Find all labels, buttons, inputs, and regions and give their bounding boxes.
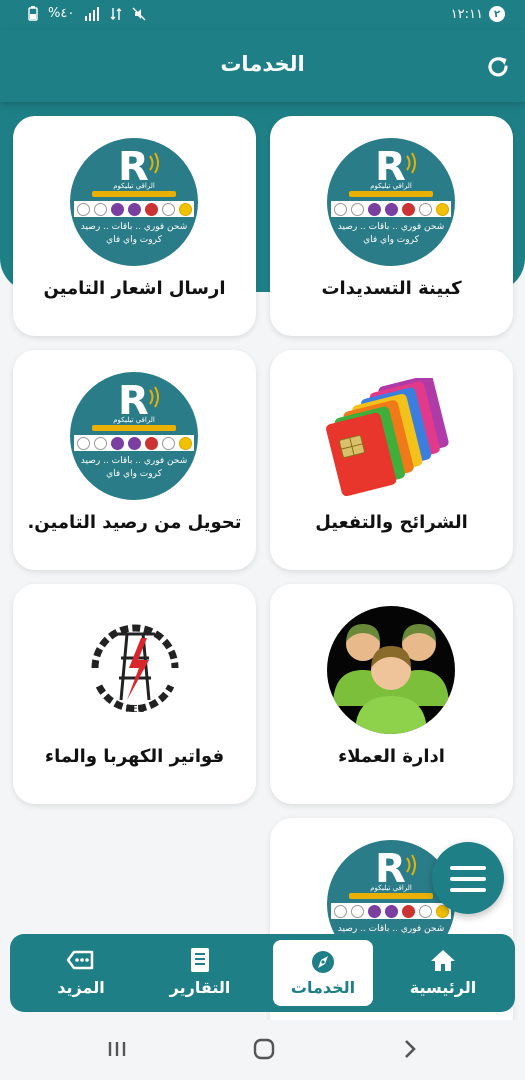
raqi-telecom-logo: R الراقي تيليكوم شحن فوري .. باقات .. رص… <box>70 138 198 266</box>
signal-waves-icon <box>406 854 416 876</box>
service-card-insurance-transfer[interactable]: R الراقي تيليكوم شحن فوري .. باقات .. رص… <box>13 350 256 570</box>
service-card-payment-cabin[interactable]: R الراقي تيليكوم شحن فوري .. باقات .. رص… <box>270 116 513 336</box>
raqi-telecom-logo: R الراقي تيليكوم شحن فوري .. باقات .. رص… <box>327 138 455 266</box>
logo-line-2: كروت واي فاي <box>363 235 419 245</box>
pec-electricity-logo: PEC <box>91 624 179 715</box>
app-header: الخدمات <box>0 30 525 102</box>
users-icon <box>327 606 455 734</box>
nav-more[interactable]: المزيد <box>26 934 136 1012</box>
bottom-navigation: الرئيسية الخدمات التقارير المزيد <box>10 934 515 1012</box>
signal-waves-icon <box>149 386 159 408</box>
more-icon <box>66 950 94 970</box>
nav-home-label: الرئيسية <box>409 978 477 997</box>
page-title: الخدمات <box>220 52 305 76</box>
system-navigation-bar <box>0 1020 525 1080</box>
service-card-customers[interactable]: ادارة العملاء <box>270 584 513 804</box>
hamburger-icon <box>450 866 486 899</box>
customers-group-icon <box>327 606 455 734</box>
service-card-electricity-water-bills[interactable]: PEC فواتير الكهربا والماء <box>13 584 256 804</box>
card-label: تحويل من رصيد التامين. <box>27 512 242 533</box>
compass-icon <box>312 951 334 973</box>
menu-fab-button[interactable] <box>432 842 504 914</box>
reports-icon <box>191 948 209 972</box>
logo-line-1: شحن فوري .. باقات .. رصيد <box>337 222 445 232</box>
nav-services-label: الخدمات <box>290 978 356 997</box>
card-label: ارسال اشعار التامين <box>43 278 226 299</box>
back-icon[interactable] <box>395 1034 425 1064</box>
logo-line-2: كروت واي فاي <box>106 469 162 479</box>
logo-line-1: شحن فوري .. باقات .. رصيد <box>337 924 445 934</box>
card-label: الشرائح والتفعيل <box>315 512 468 533</box>
nav-services[interactable]: الخدمات <box>273 940 373 1006</box>
service-card-insurance-notice[interactable]: R الراقي تيليكوم شحن فوري .. باقات .. رص… <box>13 116 256 336</box>
signal-waves-icon <box>406 152 416 174</box>
nav-reports-label: التقارير <box>169 978 231 997</box>
service-card-sims-activation[interactable]: الشرائح والتفعيل <box>270 350 513 570</box>
nav-home[interactable]: الرئيسية <box>388 934 498 1012</box>
home-button-icon[interactable] <box>249 1034 279 1064</box>
logo-tagline: الراقي تيليكوم <box>113 416 155 424</box>
home-icon <box>431 950 455 971</box>
card-label: كبينة التسديدات <box>321 278 462 299</box>
services-grid: R الراقي تيليكوم شحن فوري .. باقات .. رص… <box>0 0 525 1080</box>
recent-apps-icon[interactable] <box>102 1034 132 1064</box>
card-label: ادارة العملاء <box>338 746 445 767</box>
logo-line-1: شحن فوري .. باقات .. رصيد <box>80 456 188 466</box>
nav-more-label: المزيد <box>57 978 105 997</box>
signal-waves-icon <box>149 152 159 174</box>
logo-tagline: الراقي تيليكوم <box>113 182 155 190</box>
nav-reports[interactable]: التقارير <box>145 934 255 1012</box>
logo-line-1: شحن فوري .. باقات .. رصيد <box>80 222 188 232</box>
card-label: فواتير الكهربا والماء <box>44 746 225 767</box>
logo-tagline: الراقي تيليكوم <box>370 182 412 190</box>
sim-cards-illustration <box>326 378 449 496</box>
logo-line-2: كروت واي فاي <box>106 235 162 245</box>
raqi-telecom-logo: R الراقي تيليكوم شحن فوري .. باقات .. رص… <box>70 372 198 500</box>
refresh-icon[interactable] <box>483 52 513 82</box>
pec-text: PEC <box>125 704 144 715</box>
